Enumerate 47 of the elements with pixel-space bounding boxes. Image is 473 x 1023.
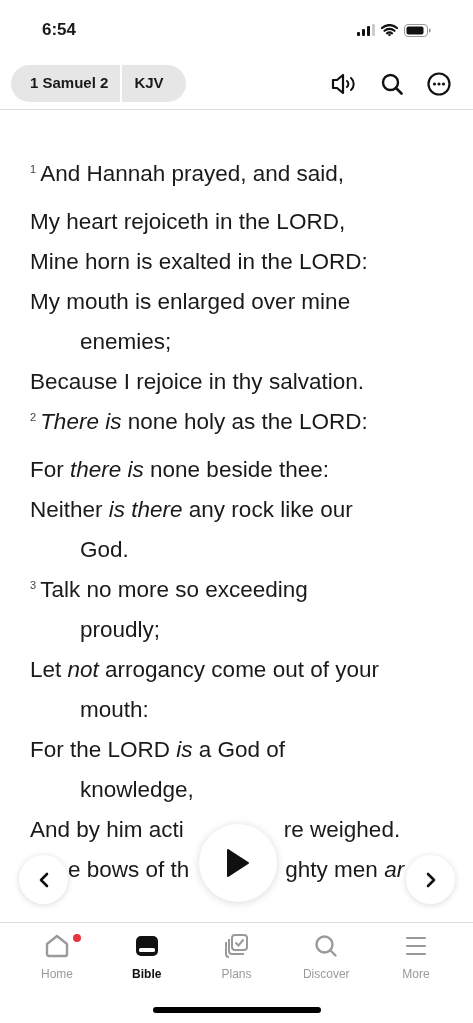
verse-number: 2 [30,410,37,425]
verse-text: knowledge, [80,776,194,804]
checklist-icon [223,933,250,959]
verse-number: 1 [30,162,37,177]
play-button[interactable] [199,824,277,902]
verse-text: God. [80,536,129,564]
chevron-right-icon [425,871,436,888]
book-chapter-button[interactable]: 1 Samuel 2 [11,65,121,102]
version-button[interactable]: KJV [122,65,186,102]
verse-text: For there is none beside thee: [30,456,329,484]
battery-icon [404,23,431,37]
verse-text: e bows of th [68,856,190,884]
verse-text: Mine horn is exalted in the LORD: [30,248,368,276]
search-icon[interactable] [381,72,403,95]
verse-text: My mouth is enlarged over mine [30,288,351,316]
previous-chapter-button[interactable] [19,855,68,904]
search-icon [313,933,340,959]
tab-bar-item[interactable]: Bible [103,933,190,983]
speaker-icon[interactable] [331,72,357,95]
status-time: 6:54 [42,19,77,42]
verse-text: And by him acti [30,816,184,844]
verse-text: mouth: [80,696,149,724]
verse-text: Because I rejoice in thy salvation. [30,368,364,396]
home-icon [44,933,70,959]
verse-text: proudly; [80,616,161,644]
verse-text: For the LORD is a God of [30,736,286,764]
tab-bar-item[interactable]: Plans [193,933,280,983]
verse-text: Let not arrogancy come out of your [30,656,379,684]
verse-text: Talk no more so exceeding [40,576,308,604]
verse-text: My heart rejoiceth in the LORD, [30,208,346,236]
tab-bar-item[interactable]: Home [14,933,100,983]
chevron-left-icon [38,871,49,888]
book-icon [133,933,160,959]
verse-text: And Hannah prayed, and said, [40,160,345,188]
verse-text: re weighed. [283,816,401,844]
verse-text: ghty men ar [285,856,405,884]
tab-bar-item[interactable]: More [373,933,459,983]
signal-icon [357,24,375,36]
tab-bar-item[interactable]: Discover [283,933,370,983]
verse-text: enemies; [80,328,172,356]
play-icon [226,848,250,878]
verse-text: There is none holy as the LORD: [40,408,368,436]
verse-text: Neither is there any rock like our [30,496,353,524]
wifi-icon [381,24,398,36]
next-chapter-button[interactable] [406,855,455,904]
more-options-icon[interactable] [427,71,451,96]
verse-number: 3 [30,578,37,593]
